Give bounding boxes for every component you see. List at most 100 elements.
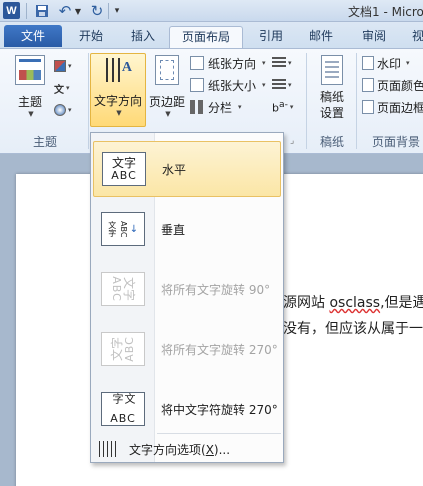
menu-item-rotate-chinese-270[interactable]: 文字 ABC 将中文字符旋转 270°	[93, 381, 281, 437]
rotate-chinese-icon: 文字 ABC	[101, 392, 145, 426]
icon-text-top: 文字	[111, 393, 136, 404]
text-direction-button[interactable]: A 文字方向 ▼	[90, 53, 146, 127]
undo-icon[interactable]: ↶	[58, 2, 72, 20]
size-icon	[190, 78, 204, 92]
orientation-button[interactable]: 纸张方向 ▾	[190, 53, 266, 73]
page-border-icon	[362, 100, 374, 114]
word-app-icon[interactable]: W	[3, 2, 20, 19]
rotate-270-icon: 文字 ABC	[101, 332, 145, 366]
qa-separator	[108, 3, 109, 19]
draft-paper-icon	[321, 55, 343, 85]
undo-dropdown-icon[interactable]: ▼	[74, 2, 82, 20]
draft-paper-label-2: 设置	[319, 106, 344, 120]
hyphenation-icon: ba-	[272, 99, 288, 115]
tab-mailings[interactable]: 邮件	[300, 26, 342, 48]
tab-file[interactable]: 文件	[4, 25, 62, 47]
chevron-down-icon: ▾	[288, 81, 292, 89]
menu-item-rotate-90: 文字 ABC 将所有文字旋转 90°	[93, 261, 281, 317]
menu-item-horizontal[interactable]: 文字 ABC 水平	[93, 141, 281, 197]
arrow-down-icon: ↓	[129, 223, 139, 235]
themes-group-label: 主题	[32, 135, 57, 149]
watermark-icon	[362, 56, 374, 70]
watermark-button[interactable]: 水印 ▾	[362, 53, 410, 73]
line-numbers-icon	[272, 79, 286, 91]
margins-button[interactable]: 页边距 ▼	[146, 55, 188, 118]
columns-button[interactable]: 分栏 ▾	[190, 97, 242, 117]
icon-text-top: 文字	[111, 156, 136, 170]
line-numbers-button[interactable]: ▾	[272, 75, 306, 95]
rotate-90-icon: 文字 ABC	[101, 272, 145, 306]
icon-text-bottom: ABC	[111, 169, 137, 182]
text-direction-icon: A	[102, 56, 134, 88]
text-direction-menu: 文字 ABC 水平 文字 ABC ↓ 垂直 文字 ABC 将所有文字旋转 90°…	[90, 132, 284, 463]
menu-item-label: 垂直	[161, 222, 186, 237]
horizontal-text-icon: 文字 ABC	[102, 152, 146, 186]
theme-effects-button[interactable]: ▾	[54, 101, 78, 119]
page-setup-launcher-icon[interactable]: ⌟	[290, 136, 294, 146]
columns-icon	[190, 100, 204, 114]
size-button[interactable]: 纸张大小 ▾	[190, 75, 266, 95]
save-icon[interactable]	[34, 2, 50, 20]
text-direction-options-icon	[99, 441, 117, 457]
options-accelerator: X	[205, 442, 214, 457]
document-line-1[interactable]: 源网站 osclass,但是遇	[283, 292, 423, 312]
page-color-icon	[362, 78, 374, 92]
icon-text-bottom: ABC	[110, 412, 136, 425]
tab-view[interactable]: 视	[403, 26, 423, 48]
themes-icon	[15, 55, 45, 85]
themes-button[interactable]: 主题 ▼	[10, 55, 50, 118]
chevron-down-icon: ▾	[68, 106, 72, 114]
text-direction-label: 文字方向	[93, 94, 142, 108]
tab-insert[interactable]: 插入	[122, 26, 164, 48]
page-color-button[interactable]: 页面颜色	[362, 75, 423, 95]
options-label-text: 文字方向选项(	[129, 442, 206, 457]
chevron-down-icon: ▾	[262, 59, 266, 67]
document-text: ,但是遇	[380, 295, 423, 311]
orientation-icon	[190, 56, 204, 70]
page-color-label: 页面颜色	[377, 78, 423, 93]
tab-references[interactable]: 引用	[250, 26, 292, 48]
menu-item-vertical[interactable]: 文字 ABC ↓ 垂直	[93, 201, 281, 257]
theme-colors-icon	[54, 60, 66, 72]
document-title: 文档1 - Micro	[348, 5, 423, 19]
page-border-label: 页面边框	[377, 100, 423, 115]
hyphenation-button[interactable]: ba- ▾	[272, 97, 306, 117]
document-text: 源网站	[283, 295, 330, 311]
icon-text-bottom: ABC	[118, 220, 128, 238]
group-separator	[88, 53, 89, 149]
draft-group-label: 稿纸	[319, 135, 344, 149]
draft-paper-button[interactable]: 稿纸 设置	[312, 55, 352, 121]
menu-separator	[157, 433, 281, 434]
hyphenation-text: b	[272, 101, 279, 115]
theme-colors-button[interactable]: ▾	[54, 57, 78, 75]
chevron-down-icon: ▾	[289, 103, 294, 111]
breaks-button[interactable]: ▾	[272, 53, 306, 73]
chevron-down-icon: ▾	[68, 62, 72, 70]
text-direction-options[interactable]: 文字方向选项(X)...	[93, 437, 281, 461]
themes-label: 主题	[17, 95, 42, 109]
orientation-label: 纸张方向	[208, 56, 257, 71]
size-label: 纸张大小	[208, 78, 257, 93]
menu-item-label: 将所有文字旋转 270°	[161, 342, 278, 357]
page-border-button[interactable]: 页面边框	[362, 97, 423, 117]
customize-quick-access-icon[interactable]: ▾	[112, 2, 122, 20]
redo-icon[interactable]: ↻	[90, 2, 104, 20]
tab-home[interactable]: 开始	[70, 26, 112, 48]
hyphenation-suffix: a-	[278, 99, 288, 111]
theme-fonts-button[interactable]: 文 ▾	[54, 79, 78, 97]
margins-icon	[155, 55, 179, 85]
options-label-suffix: )...	[213, 442, 231, 457]
margins-label: 页边距	[148, 95, 185, 109]
chevron-down-icon: ▾	[262, 81, 266, 89]
icon-text-top: 文字	[122, 276, 136, 301]
tab-page-layout[interactable]: 页面布局	[169, 26, 243, 49]
menu-item-label: 水平	[162, 162, 187, 177]
chevron-down-icon: ▾	[238, 103, 242, 111]
theme-effects-icon	[54, 104, 66, 116]
qa-separator	[26, 3, 27, 19]
misspelled-word[interactable]: osclass	[329, 295, 380, 311]
document-line-2[interactable]: 没有，但应该从属于一个	[283, 318, 423, 338]
tab-review[interactable]: 审阅	[353, 26, 395, 48]
chevron-down-icon: ▼	[165, 110, 171, 118]
chevron-down-icon: ▾	[66, 84, 70, 92]
